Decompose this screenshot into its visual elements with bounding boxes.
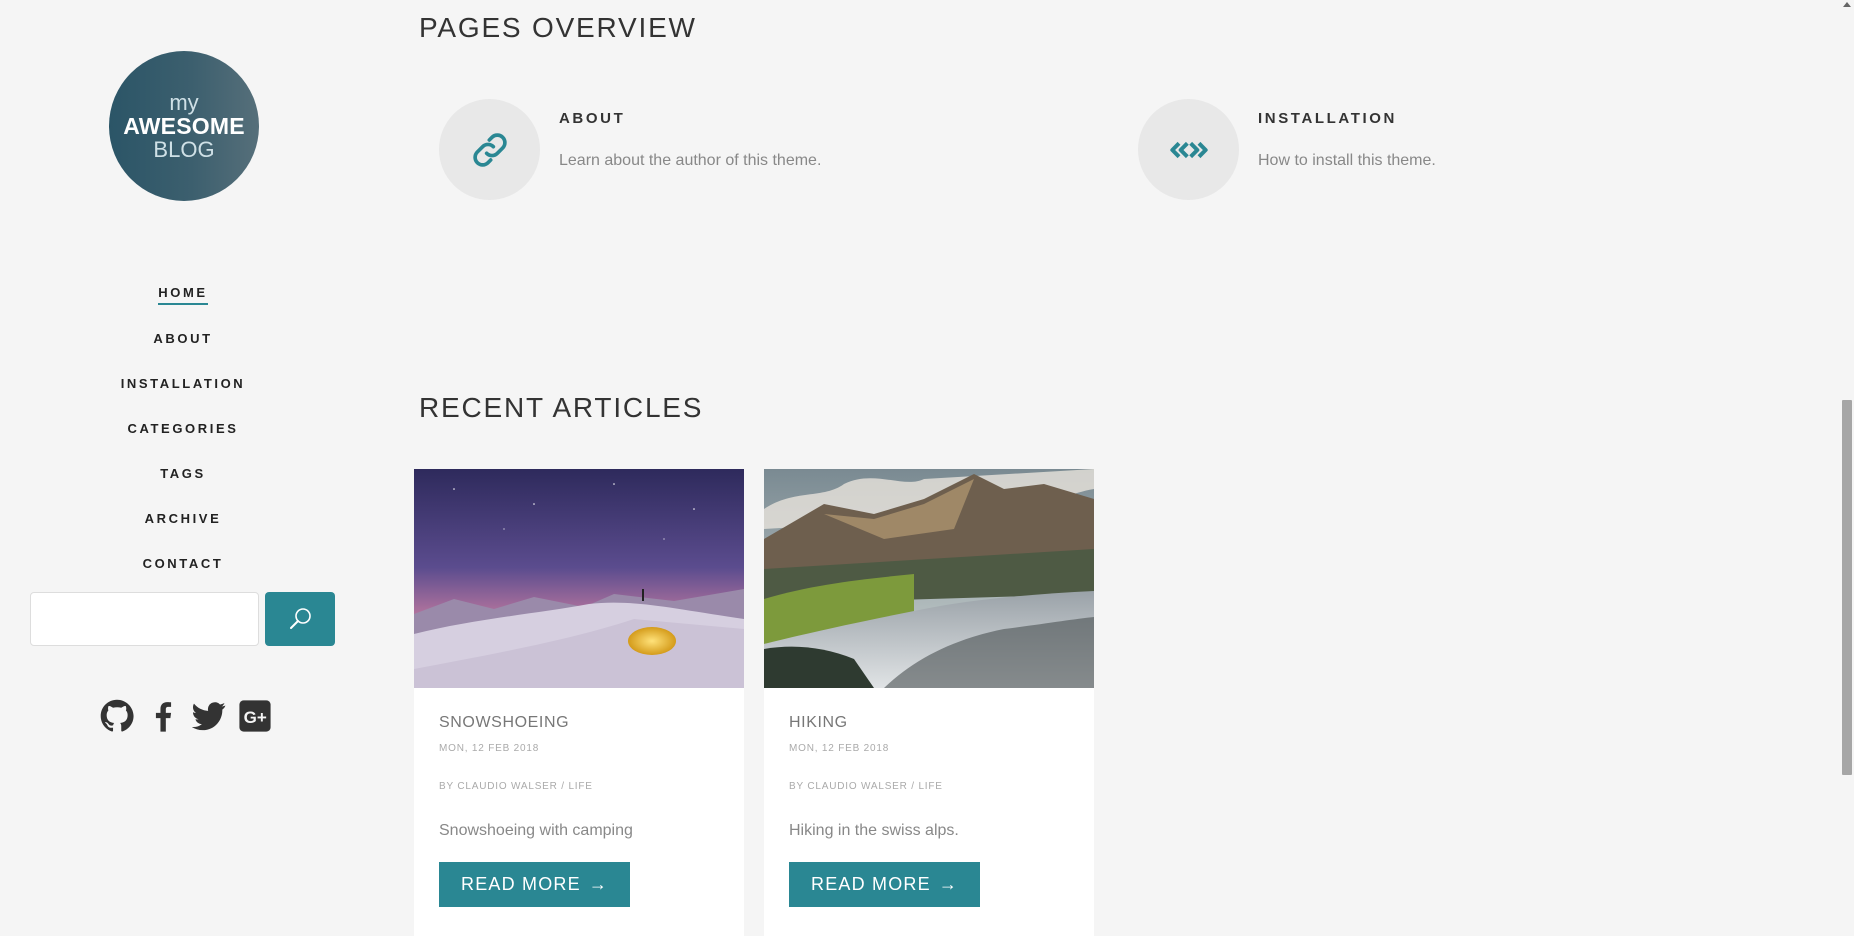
overview-description-installation: How to install this theme. xyxy=(1258,152,1436,169)
nav-link-installation[interactable]: INSTALLATION xyxy=(121,376,246,393)
article-card-snowshoeing: SNOWSHOEING MON, 12 FEB 2018 BY CLAUDIO … xyxy=(414,469,744,936)
nav-item-installation: INSTALLATION xyxy=(0,362,366,407)
article-author-link[interactable]: CLAUDIO WALSER xyxy=(807,781,907,792)
scrollbar-thumb[interactable] xyxy=(1842,400,1852,775)
article-meta: BY CLAUDIO WALSER / LIFE xyxy=(439,781,719,792)
code-icon xyxy=(1169,141,1208,158)
article-body: SNOWSHOEING MON, 12 FEB 2018 BY CLAUDIO … xyxy=(414,688,744,907)
svg-text:G+: G+ xyxy=(244,708,267,727)
nav-link-about[interactable]: ABOUT xyxy=(153,331,212,348)
overview-title-about[interactable]: ABOUT xyxy=(559,110,821,127)
search-input[interactable] xyxy=(30,592,259,646)
logo-line-3: BLOG xyxy=(153,137,215,163)
nav-link-tags[interactable]: TAGS xyxy=(160,466,206,483)
link-icon xyxy=(472,132,507,167)
overview-text: INSTALLATION How to install this theme. xyxy=(1258,110,1436,200)
logo-line-2: AWESOME xyxy=(123,112,245,139)
facebook-link[interactable] xyxy=(146,699,180,733)
article-date: MON, 12 FEB 2018 xyxy=(789,743,890,754)
article-image-link[interactable] xyxy=(414,469,744,688)
recent-articles-title: RECENT ARTICLES xyxy=(419,392,704,423)
article-summary: Snowshoeing with camping xyxy=(439,822,633,839)
nav-link-contact[interactable]: CONTACT xyxy=(143,556,224,573)
article-image-hiking xyxy=(764,469,1094,688)
article-category-link[interactable]: LIFE xyxy=(568,781,592,792)
sidebar: my AWESOME BLOG HOME ABOUT INSTALLATION … xyxy=(0,0,366,936)
nav-item-about: ABOUT xyxy=(0,317,366,362)
article-by-prefix: BY xyxy=(439,781,454,792)
read-more-label: READ MORE xyxy=(811,874,931,894)
page-scrollbar[interactable] xyxy=(1840,0,1854,936)
github-icon xyxy=(100,699,134,732)
search-form xyxy=(30,592,335,646)
read-more-label: READ MORE xyxy=(461,874,581,894)
article-author-link[interactable]: CLAUDIO WALSER xyxy=(457,781,557,792)
logo-line-1: my xyxy=(169,89,199,115)
nav-link-categories[interactable]: CATEGORIES xyxy=(128,421,239,438)
twitter-icon xyxy=(192,702,226,731)
article-body: HIKING MON, 12 FEB 2018 BY CLAUDIO WALSE… xyxy=(764,688,1094,907)
social-links: G+ xyxy=(100,699,272,733)
google-plus-link[interactable]: G+ xyxy=(238,699,272,733)
pages-overview-title: PAGES OVERVIEW xyxy=(419,12,697,43)
nav-link-home[interactable]: HOME xyxy=(158,285,208,305)
overview-text: ABOUT Learn about the author of this the… xyxy=(559,110,821,200)
article-date: MON, 12 FEB 2018 xyxy=(439,743,540,754)
facebook-icon xyxy=(155,702,172,732)
article-title[interactable]: HIKING xyxy=(789,714,1069,732)
article-image-snowshoeing xyxy=(414,469,744,688)
article-image-link[interactable] xyxy=(764,469,1094,688)
article-meta-separator: / xyxy=(561,781,565,792)
nav-link-archive[interactable]: ARCHIVE xyxy=(145,511,222,528)
article-meta: BY CLAUDIO WALSER / LIFE xyxy=(789,781,1069,792)
read-more-button[interactable]: READ MORE → xyxy=(439,862,631,907)
overview-title-installation[interactable]: INSTALLATION xyxy=(1258,110,1436,127)
nav-item-archive: ARCHIVE xyxy=(0,497,366,542)
overview-item-installation: INSTALLATION How to install this theme. xyxy=(1138,99,1436,200)
blog-logo[interactable]: my AWESOME BLOG xyxy=(109,51,259,201)
overview-item-about: ABOUT Learn about the author of this the… xyxy=(439,99,821,200)
arrow-right-icon: → xyxy=(938,874,959,894)
google-plus-icon: G+ xyxy=(239,700,271,732)
nav-item-categories: CATEGORIES xyxy=(0,407,366,452)
nav-item-home: HOME xyxy=(0,272,366,317)
article-title[interactable]: SNOWSHOEING xyxy=(439,714,719,732)
overview-icon-circle[interactable] xyxy=(1138,99,1239,200)
nav-item-tags: TAGS xyxy=(0,452,366,497)
article-by-prefix: BY xyxy=(789,781,804,792)
overview-description-about: Learn about the author of this theme. xyxy=(559,152,822,169)
search-icon xyxy=(290,608,311,629)
scroll-up-arrow-icon[interactable] xyxy=(1843,2,1851,7)
main-nav: HOME ABOUT INSTALLATION CATEGORIES TAGS … xyxy=(0,272,366,587)
article-summary: Hiking in the swiss alps. xyxy=(789,822,959,839)
read-more-button[interactable]: READ MORE → xyxy=(789,862,981,907)
arrow-right-icon: → xyxy=(588,874,609,894)
article-category-link[interactable]: LIFE xyxy=(918,781,942,792)
github-link[interactable] xyxy=(100,699,134,733)
search-button[interactable] xyxy=(265,592,335,646)
article-card-hiking: HIKING MON, 12 FEB 2018 BY CLAUDIO WALSE… xyxy=(764,469,1094,936)
overview-icon-circle[interactable] xyxy=(439,99,540,200)
nav-item-contact: CONTACT xyxy=(0,542,366,587)
article-meta-separator: / xyxy=(911,781,915,792)
twitter-link[interactable] xyxy=(192,699,226,733)
